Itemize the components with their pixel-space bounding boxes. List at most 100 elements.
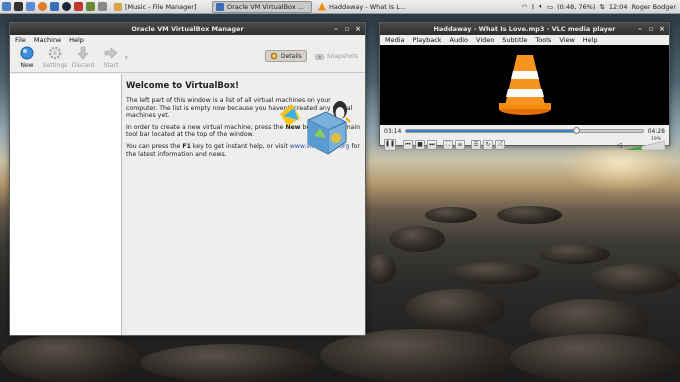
- vbox-menubar: File Machine Help: [10, 35, 365, 45]
- screenshot-icon[interactable]: [97, 2, 107, 11]
- maximize-button[interactable]: ▫: [647, 25, 655, 33]
- rock: [425, 207, 477, 223]
- task-file-manager[interactable]: [Music - File Manager]: [110, 1, 210, 13]
- new-button[interactable]: New: [13, 46, 41, 69]
- menu-machine[interactable]: Machine: [34, 36, 61, 44]
- volume-slider[interactable]: 19%: [625, 137, 665, 150]
- window-title: Haddaway - What Is Love.mp3 - VLC media …: [433, 25, 616, 33]
- rock: [405, 289, 505, 329]
- volume-wedge: [625, 140, 665, 150]
- user-name[interactable]: Roger Bodger: [632, 3, 676, 11]
- minimize-button[interactable]: –: [636, 25, 644, 33]
- close-button[interactable]: ×: [658, 25, 666, 33]
- start-button[interactable]: Start: [97, 46, 125, 69]
- rock: [366, 254, 396, 284]
- music-icon[interactable]: [73, 2, 83, 11]
- menu-help[interactable]: Help: [69, 36, 84, 44]
- bluetooth-icon[interactable]: ᛒ: [531, 3, 535, 11]
- previous-button[interactable]: ⏮: [403, 140, 413, 150]
- vlc-window: Haddaway - What Is Love.mp3 - VLC media …: [379, 22, 670, 151]
- task-virtualbox[interactable]: Oracle VM VirtualBox ...: [212, 0, 312, 13]
- rock: [590, 264, 680, 294]
- seek-handle[interactable]: [573, 127, 581, 134]
- maximize-button[interactable]: ▫: [343, 25, 351, 33]
- steam-icon[interactable]: [61, 2, 71, 11]
- rock: [510, 334, 680, 382]
- vlc-menubar: Media Playback Audio Video Subtitle Tool…: [380, 35, 669, 45]
- vlc-cone-icon: [318, 2, 326, 11]
- editor-icon[interactable]: [85, 2, 95, 11]
- clock[interactable]: 12:04: [609, 3, 628, 11]
- camera-icon: [315, 53, 324, 60]
- battery-status: (0:48, 76%): [557, 2, 596, 11]
- tab-details[interactable]: Details: [265, 50, 307, 62]
- browser-icon[interactable]: [37, 2, 47, 11]
- menu-playback[interactable]: Playback: [413, 36, 442, 44]
- rock: [497, 206, 562, 224]
- next-button[interactable]: ⏭: [427, 140, 437, 150]
- minimize-button[interactable]: –: [332, 25, 340, 33]
- close-button[interactable]: ×: [354, 25, 362, 33]
- welcome-pane: Welcome to VirtualBox! The left part of …: [122, 74, 365, 335]
- stop-button[interactable]: ■: [415, 140, 425, 150]
- welcome-title: Welcome to VirtualBox!: [126, 81, 240, 91]
- rock: [320, 329, 520, 382]
- terminal-icon[interactable]: [13, 2, 23, 11]
- task-vlc[interactable]: Haddaway - What Is L...: [314, 1, 414, 13]
- menu-video[interactable]: Video: [476, 36, 494, 44]
- window-title: Oracle VM VirtualBox Manager: [131, 25, 244, 33]
- menu-help[interactable]: Help: [583, 36, 598, 44]
- vbox-titlebar[interactable]: Oracle VM VirtualBox Manager – ▫ ×: [10, 23, 365, 35]
- playlist-button[interactable]: ☰: [471, 140, 481, 150]
- arrow-down-icon: [77, 46, 89, 60]
- settings-button[interactable]: Settings: [41, 46, 69, 69]
- menu-audio[interactable]: Audio: [450, 36, 468, 44]
- vlc-controls: ❚❚ ⏮ ■ ⏭ ⛶ ≡ ☰ ↻ ⤮ ◁ 19%: [380, 137, 669, 153]
- discard-button[interactable]: Discard: [69, 46, 97, 69]
- menu-view[interactable]: View: [559, 36, 574, 44]
- folder-icon: [114, 2, 122, 11]
- shuffle-button[interactable]: ⤮: [495, 140, 505, 150]
- volume-icon[interactable]: 🔈︎: [539, 2, 543, 11]
- speaker-icon[interactable]: ◁: [617, 141, 622, 149]
- fullscreen-button[interactable]: ⛶: [443, 140, 453, 150]
- total-time: 04:28: [647, 127, 665, 135]
- file-manager-icon[interactable]: [25, 2, 35, 11]
- menu-tools[interactable]: Tools: [535, 36, 551, 44]
- mail-icon[interactable]: [49, 2, 59, 11]
- details-gear-icon: [270, 52, 278, 60]
- task-label: Oracle VM VirtualBox ...: [227, 2, 304, 11]
- vm-list[interactable]: [10, 74, 122, 335]
- system-tray: ◠ ᛒ 🔈︎ ▭ (0:48, 76%) ⇅ 12:04 Roger Bodge…: [521, 2, 680, 11]
- vbox-body: Welcome to VirtualBox! The left part of …: [10, 74, 365, 335]
- seek-bar[interactable]: [405, 127, 644, 134]
- extended-settings-button[interactable]: ≡: [455, 140, 465, 150]
- virtualbox-icon: [216, 2, 224, 11]
- rock: [0, 334, 140, 382]
- rock: [140, 344, 320, 382]
- task-label: [Music - File Manager]: [125, 2, 197, 11]
- gear-icon: [48, 46, 62, 60]
- vlc-titlebar[interactable]: Haddaway - What Is Love.mp3 - VLC media …: [380, 23, 669, 35]
- rock: [450, 262, 540, 284]
- loop-button[interactable]: ↻: [483, 140, 493, 150]
- network-icon[interactable]: ⇅: [599, 3, 604, 11]
- start-dropdown-icon[interactable]: ▾: [125, 55, 128, 61]
- task-label: Haddaway - What Is L...: [329, 2, 407, 11]
- menu-file[interactable]: File: [15, 36, 26, 44]
- menu-subtitle[interactable]: Subtitle: [502, 36, 527, 44]
- app-menu-icon[interactable]: [1, 2, 11, 11]
- pause-button[interactable]: ❚❚: [384, 139, 396, 151]
- taskbar: [Music - File Manager] Oracle VM Virtual…: [0, 0, 680, 14]
- vlc-cone-icon: [498, 55, 551, 115]
- tab-snapshots[interactable]: Snapshots: [311, 50, 362, 62]
- video-area[interactable]: [380, 45, 669, 125]
- vbox-toolbar: New Settings Discard Start ▾ Details Sna…: [10, 45, 365, 73]
- menu-media[interactable]: Media: [385, 36, 405, 44]
- battery-icon[interactable]: ▭: [547, 3, 553, 11]
- elapsed-time: 03:14: [384, 127, 402, 135]
- new-vm-icon: [20, 46, 34, 60]
- wifi-icon[interactable]: ◠: [521, 3, 527, 11]
- rock: [540, 244, 610, 264]
- seek-progress: [406, 130, 578, 132]
